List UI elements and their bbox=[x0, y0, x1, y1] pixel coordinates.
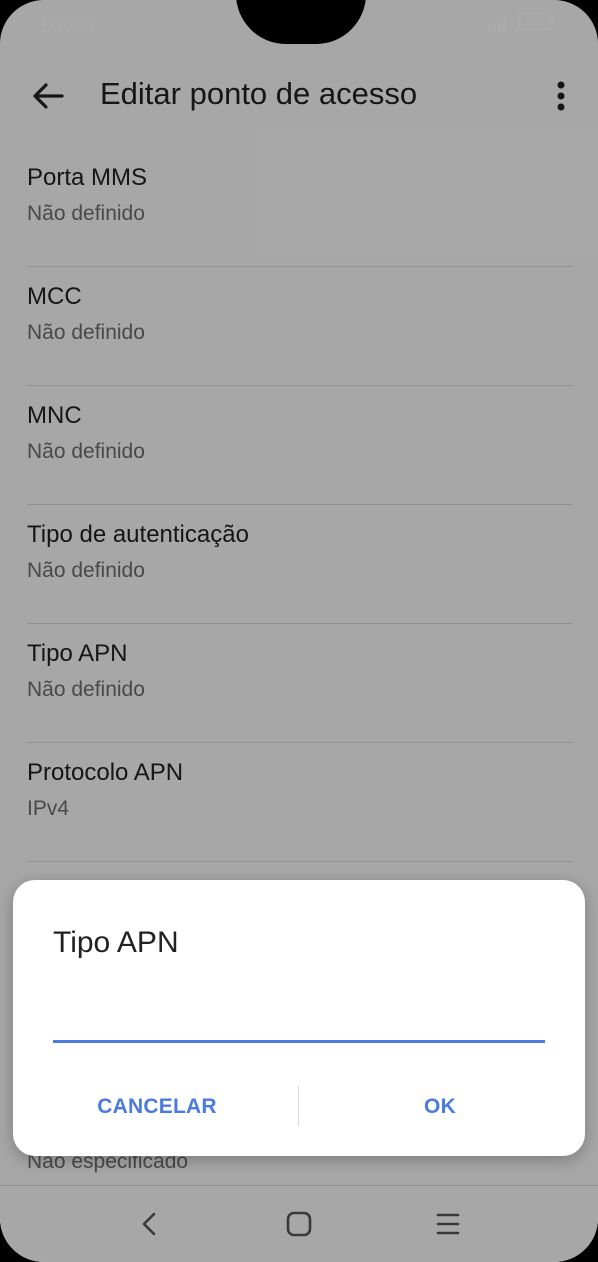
ok-button[interactable]: OK bbox=[328, 1082, 552, 1132]
dialog-title: Tipo APN bbox=[53, 926, 179, 959]
tipo-apn-dialog: Tipo APN CANCELAR OK bbox=[13, 880, 585, 1156]
button-divider bbox=[298, 1086, 299, 1126]
apn-type-input[interactable] bbox=[53, 992, 545, 1043]
phone-screen: 10:00 100 Editar ponto de acesso Porta M… bbox=[0, 0, 598, 1262]
cancel-button[interactable]: CANCELAR bbox=[43, 1082, 271, 1132]
